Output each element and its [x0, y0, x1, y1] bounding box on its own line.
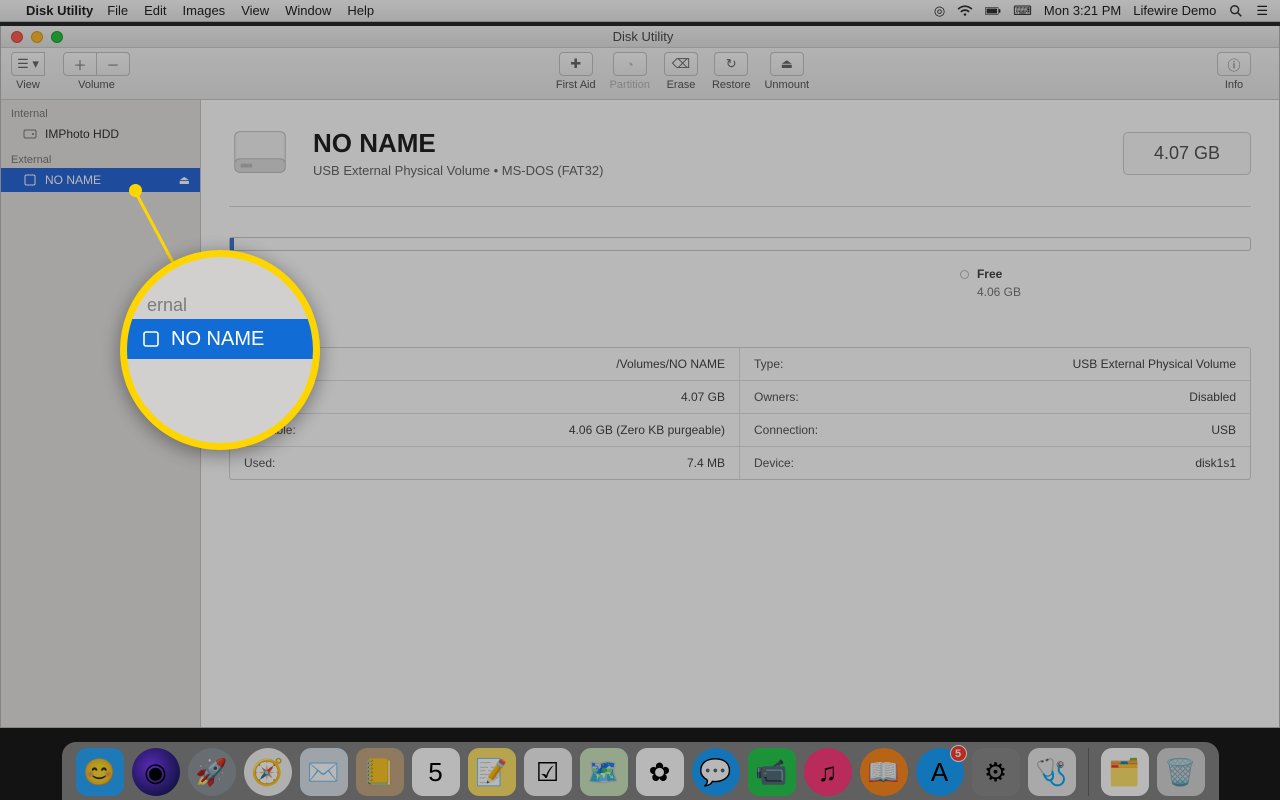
- connection-label: Connection:: [754, 423, 818, 437]
- usage-used-segment: [230, 238, 234, 250]
- usage-bar: [229, 237, 1251, 251]
- menu-help[interactable]: Help: [347, 3, 374, 18]
- battery-icon[interactable]: [985, 4, 1001, 18]
- dock-messages-icon[interactable]: 💬: [692, 748, 740, 796]
- close-button[interactable]: [11, 31, 23, 43]
- erase-button[interactable]: ⌫: [664, 52, 698, 76]
- menu-file[interactable]: File: [107, 3, 128, 18]
- sidebar-section-internal: Internal: [1, 100, 200, 122]
- menu-images[interactable]: Images: [183, 3, 226, 18]
- dock-tray: 😊◉🚀🧭✉️📒5📝☑︎🗺️✿💬📹♫📖A5⚙︎🩺🗂️🗑️: [62, 742, 1219, 800]
- capacity-value: 4.07 GB: [681, 390, 725, 404]
- zoom-button[interactable]: [51, 31, 63, 43]
- unmount-button[interactable]: ⏏: [770, 52, 804, 76]
- dock-reminders-icon[interactable]: ☑︎: [524, 748, 572, 796]
- spotlight-icon[interactable]: [1228, 4, 1244, 18]
- sidebar-item-label: NO NAME: [45, 173, 101, 187]
- input-icon[interactable]: ⌨︎: [1013, 3, 1032, 19]
- magnifier-section-text: ernal: [147, 295, 187, 316]
- dock-photos-icon[interactable]: ✿: [636, 748, 684, 796]
- wifi-icon[interactable]: [957, 4, 973, 18]
- dock-badge: 5: [950, 745, 967, 762]
- dock-contacts-icon[interactable]: 📒: [356, 748, 404, 796]
- magnifier-selected-item: NO NAME: [127, 319, 313, 359]
- mount-point-value: /Volumes/NO NAME: [616, 357, 725, 371]
- owners-label: Owners:: [754, 390, 799, 404]
- dock-macappstore-icon[interactable]: A5: [916, 748, 964, 796]
- volume-remove-button[interactable]: －: [96, 52, 130, 76]
- dock-systemprefs-icon[interactable]: ⚙︎: [972, 748, 1020, 796]
- notification-center-icon[interactable]: ☰: [1256, 3, 1268, 19]
- dock-ibooks-icon[interactable]: 📖: [860, 748, 908, 796]
- used-value: 7.4 MB: [687, 456, 725, 470]
- type-label: Type:: [754, 357, 783, 371]
- sidebar-section-external: External: [1, 146, 200, 168]
- device-label: Device:: [754, 456, 794, 470]
- clock[interactable]: Mon 3:21 PM: [1044, 3, 1121, 18]
- divider: [229, 206, 1251, 207]
- toolbar: ☰ ▾ View ＋ － Volume ✚First Aid ◔Partitio…: [1, 48, 1279, 100]
- volume-label: Volume: [78, 79, 115, 91]
- dock: 😊◉🚀🧭✉️📒5📝☑︎🗺️✿💬📹♫📖A5⚙︎🩺🗂️🗑️: [0, 728, 1280, 800]
- cc-icon[interactable]: ◎: [934, 3, 945, 19]
- used-label: Used:: [244, 456, 275, 470]
- volume-name: NO NAME: [313, 128, 603, 159]
- titlebar: Disk Utility: [1, 26, 1279, 48]
- dock-launchpad-icon[interactable]: 🚀: [188, 748, 236, 796]
- info-button[interactable]: ⓘ: [1217, 52, 1251, 76]
- menu-view[interactable]: View: [241, 3, 269, 18]
- sidebar-item-external-noname[interactable]: NO NAME ⏏: [1, 168, 200, 192]
- volume-size: 4.07 GB: [1123, 132, 1251, 175]
- eject-icon[interactable]: ⏏: [179, 173, 190, 187]
- dock-facetime-icon[interactable]: 📹: [748, 748, 796, 796]
- menu-window[interactable]: Window: [285, 3, 331, 18]
- external-disk-icon: [23, 173, 37, 187]
- hdd-icon: [23, 127, 37, 141]
- dock-itunes-icon[interactable]: ♫: [804, 748, 852, 796]
- window-title: Disk Utility: [63, 29, 1223, 44]
- magnifier-callout: ernal NO NAME: [120, 250, 320, 450]
- view-label: View: [16, 79, 40, 91]
- sidebar-item-label: IMPhoto HDD: [45, 127, 119, 141]
- user-name[interactable]: Lifewire Demo: [1133, 3, 1216, 18]
- volume-icon: [229, 122, 291, 184]
- available-value: 4.06 GB (Zero KB purgeable): [569, 423, 725, 437]
- dock-notes-icon[interactable]: 📝: [468, 748, 516, 796]
- dock-separator: [1088, 748, 1089, 796]
- sidebar-item-internal-hdd[interactable]: IMPhoto HDD: [1, 122, 200, 146]
- menu-edit[interactable]: Edit: [144, 3, 166, 18]
- legend-free-value: 4.06 GB: [977, 285, 1021, 299]
- view-sidebar-button[interactable]: ☰ ▾: [11, 52, 45, 76]
- volume-add-button[interactable]: ＋: [63, 52, 97, 76]
- dock-siri-icon[interactable]: ◉: [132, 748, 180, 796]
- usage-legend: Free 4.06 GB: [229, 267, 1251, 299]
- menubar: Disk Utility File Edit Images View Windo…: [0, 0, 1280, 22]
- restore-button[interactable]: ↻: [714, 52, 748, 76]
- legend-free-label: Free: [977, 267, 1002, 281]
- minimize-button[interactable]: [31, 31, 43, 43]
- dock-calendar-icon[interactable]: 5: [412, 748, 460, 796]
- first-aid-button[interactable]: ✚: [559, 52, 593, 76]
- dock-maps-icon[interactable]: 🗺️: [580, 748, 628, 796]
- menubar-status: ◎ ⌨︎ Mon 3:21 PM Lifewire Demo ☰: [934, 3, 1280, 19]
- connection-value: USB: [1211, 423, 1236, 437]
- dock-diskutility-icon[interactable]: 🩺: [1028, 748, 1076, 796]
- external-disk-icon: [141, 329, 161, 349]
- dock-mail-icon[interactable]: ✉️: [300, 748, 348, 796]
- legend-swatch-free: [960, 270, 969, 279]
- callout-anchor-dot: [129, 184, 142, 197]
- owners-value: Disabled: [1189, 390, 1236, 404]
- magnifier-item-label: NO NAME: [171, 328, 264, 351]
- dock-finder-icon[interactable]: 😊: [76, 748, 124, 796]
- partition-button[interactable]: ◔: [613, 52, 647, 76]
- device-value: disk1s1: [1195, 456, 1236, 470]
- menubar-app[interactable]: Disk Utility: [26, 3, 93, 18]
- info-grid: Mount Point:/Volumes/NO NAME Type:USB Ex…: [229, 347, 1251, 480]
- dock-downloads-icon[interactable]: 🗂️: [1101, 748, 1149, 796]
- dock-safari-icon[interactable]: 🧭: [244, 748, 292, 796]
- type-value: USB External Physical Volume: [1073, 357, 1236, 371]
- dock-trash-icon[interactable]: 🗑️: [1157, 748, 1205, 796]
- main-pane: NO NAME USB External Physical Volume • M…: [201, 100, 1279, 727]
- volume-subtitle: USB External Physical Volume • MS-DOS (F…: [313, 163, 603, 178]
